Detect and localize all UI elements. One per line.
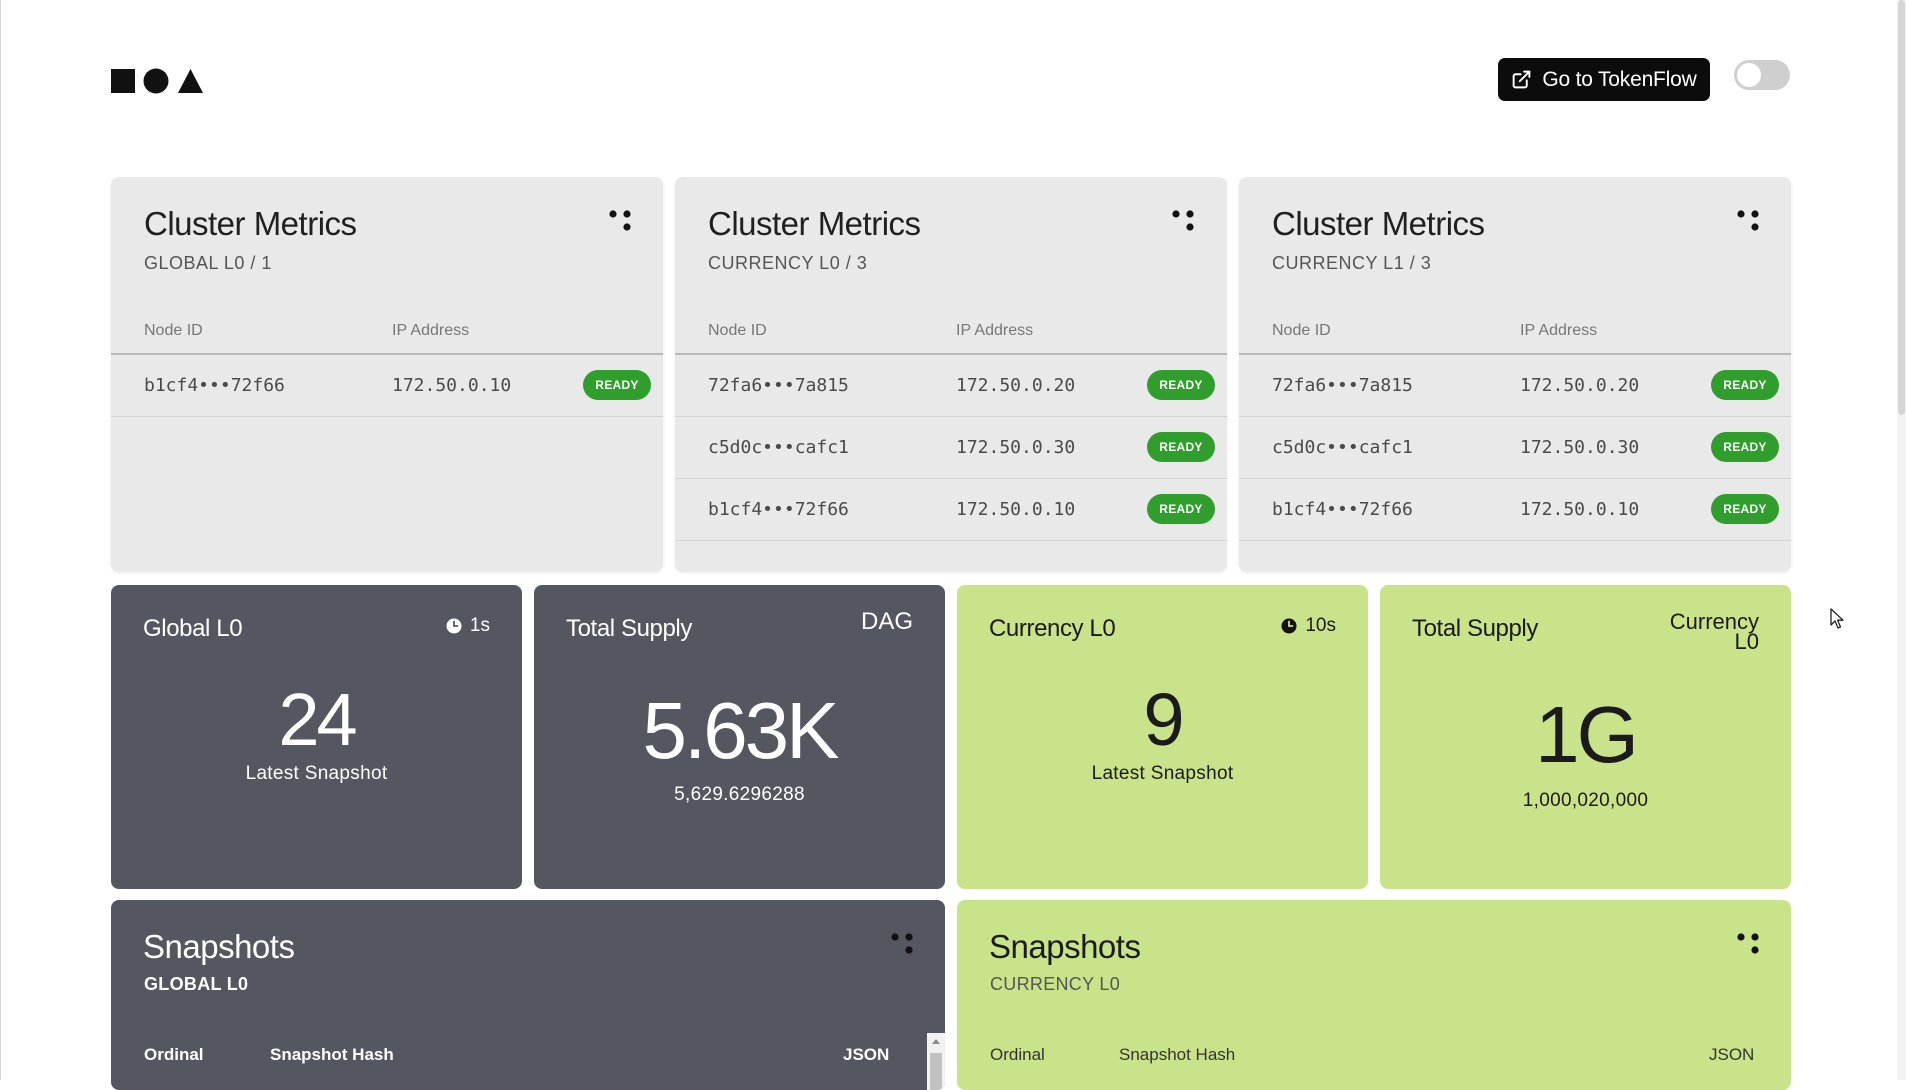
total-supply-dag-card: Total Supply DAG 5.63K 5,629.6296288 [534,585,945,889]
latest-snapshot-label: Latest Snapshot [245,763,388,784]
currency-l0-stat-card: Currency L0 10s 9 Latest Snapshot [957,585,1368,889]
snapshots-card-currency-l0: Snapshots CURRENCY L0 Ordinal Snapshot H… [957,900,1791,1090]
scroll-thumb[interactable] [930,1053,942,1090]
drag-handle-icon[interactable] [1172,210,1196,232]
column-header-ordinal: Ordinal [144,1045,204,1064]
card-subtitle: GLOBAL L0 / 1 [144,253,272,273]
page-scroll-thumb[interactable] [1898,0,1905,415]
column-header-ordinal: Ordinal [990,1045,1045,1064]
total-supply-exact: 1,000,020,000 [1522,790,1649,811]
clock-icon [1281,618,1297,634]
theme-toggle[interactable] [1734,60,1790,90]
column-header-ip-address: IP Address [956,322,1034,339]
page-scrollbar[interactable] [1897,0,1906,1080]
status-badge: READY [583,370,651,400]
go-to-tokenflow-label: Go to TokenFlow [1542,67,1697,91]
refresh-timer: 1s [446,615,490,637]
timer-value: 10s [1305,615,1336,636]
node-ip: 172.50.0.30 [1520,437,1640,458]
global-l0-stat-card: Global L0 1s 24 Latest Snapshot [111,585,522,889]
table-row: 72fa6•••7a815 172.50.0.20 READY [1239,355,1791,417]
status-badge: READY [1711,432,1779,462]
supply-unit-line-2: L0 [1734,629,1759,654]
stat-title: Global L0 [143,615,243,642]
go-to-tokenflow-button[interactable]: Go to TokenFlow [1498,58,1710,101]
stat-title: Total Supply [566,615,692,642]
card-subtitle: CURRENCY L0 [990,974,1121,994]
supply-unit: DAG [860,608,913,635]
card-title: Cluster Metrics [1272,205,1485,242]
card-title: Cluster Metrics [708,205,921,242]
snapshots-card-global-l0: Snapshots GLOBAL L0 Ordinal Snapshot Has… [111,900,945,1090]
card-title: Cluster Metrics [144,205,357,242]
latest-snapshot-value: 24 [278,678,357,761]
supply-unit: Currency L0 [1639,611,1759,654]
table-row: b1cf4•••72f66 172.50.0.10 READY [111,355,663,417]
latest-snapshot-value: 9 [1143,678,1184,761]
status-badge: READY [1147,494,1215,524]
column-header-json: JSON [843,1045,890,1064]
status-badge: READY [1711,370,1779,400]
refresh-timer: 10s [1281,615,1336,637]
node-id: 72fa6•••7a815 [708,375,849,396]
column-header-node-id: Node ID [708,322,767,339]
total-supply-value: 1G [1535,690,1639,779]
node-id: b1cf4•••72f66 [708,499,849,520]
cluster-metrics-card-currency-l0: Cluster Metrics CURRENCY L0 / 3 Node ID … [675,177,1227,572]
card-subtitle: CURRENCY L1 / 3 [1272,253,1432,273]
node-id: 72fa6•••7a815 [1272,375,1413,396]
table-row: b1cf4•••72f66 172.50.0.10 READY [1239,479,1791,541]
drag-handle-icon[interactable] [891,933,915,955]
cluster-metrics-card-currency-l1: Cluster Metrics CURRENCY L1 / 3 Node ID … [1239,177,1791,572]
toggle-knob [1737,63,1761,87]
clock-icon [446,618,462,634]
scroll-up-icon[interactable] [932,1039,940,1044]
mouse-cursor-icon [1830,608,1844,629]
node-ip: 172.50.0.20 [1520,375,1640,396]
node-id: b1cf4•••72f66 [1272,499,1413,520]
external-link-icon [1513,70,1531,89]
card-title: Snapshots [989,928,1141,965]
card-subtitle: CURRENCY L0 / 3 [708,253,868,273]
node-id: c5d0c•••cafc1 [1272,437,1413,458]
card-title: Snapshots [143,928,295,965]
total-supply-exact: 5,629.6296288 [674,784,805,805]
stat-title: Currency L0 [989,615,1116,642]
card-subtitle: GLOBAL L0 [144,974,249,994]
drag-handle-icon[interactable] [609,210,633,232]
table-row: 72fa6•••7a815 172.50.0.20 READY [675,355,1227,417]
drag-handle-icon[interactable] [1737,933,1761,955]
total-supply-currency-card: Total Supply Currency L0 1G 1,000,020,00… [1380,585,1791,889]
status-badge: READY [1147,432,1215,462]
logo-icon[interactable] [111,68,203,94]
table-row: b1cf4•••72f66 172.50.0.10 READY [675,479,1227,541]
column-header-snapshot-hash: Snapshot Hash [1119,1045,1236,1064]
table-row: c5d0c•••cafc1 172.50.0.30 READY [1239,417,1791,479]
node-ip: 172.50.0.10 [1520,499,1640,520]
table-scrollbar[interactable] [927,1033,945,1090]
status-badge: READY [1711,494,1779,524]
window-edge [0,0,1,1080]
cluster-metrics-card-global-l0: Cluster Metrics GLOBAL L0 / 1 Node ID IP… [111,177,663,572]
table-row: c5d0c•••cafc1 172.50.0.30 READY [675,417,1227,479]
node-ip: 172.50.0.20 [956,375,1076,396]
node-id: b1cf4•••72f66 [144,375,285,396]
status-badge: READY [1147,370,1215,400]
node-ip: 172.50.0.10 [392,375,512,396]
column-header-ip-address: IP Address [1520,322,1598,339]
node-ip: 172.50.0.10 [956,499,1076,520]
column-header-json: JSON [1709,1045,1755,1064]
column-header-node-id: Node ID [144,322,203,339]
drag-handle-icon[interactable] [1737,210,1761,232]
column-header-snapshot-hash: Snapshot Hash [270,1045,394,1064]
timer-value: 1s [469,615,490,636]
column-header-ip-address: IP Address [392,322,470,339]
stat-title: Total Supply [1412,615,1538,642]
total-supply-value: 5.63K [642,686,839,775]
latest-snapshot-label: Latest Snapshot [1091,763,1234,784]
column-header-node-id: Node ID [1272,322,1331,339]
node-id: c5d0c•••cafc1 [708,437,849,458]
node-ip: 172.50.0.30 [956,437,1076,458]
